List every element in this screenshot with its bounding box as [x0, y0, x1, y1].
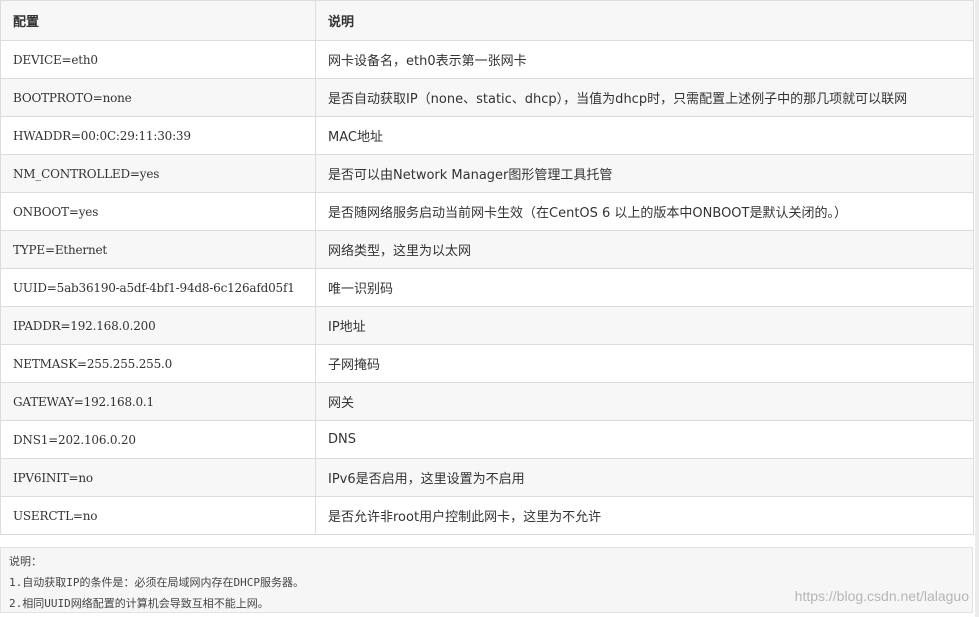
- scrollbar-track[interactable]: [975, 0, 979, 617]
- table-row: DEVICE=eth0 网卡设备名，eth0表示第一张网卡: [0, 40, 974, 79]
- config-key-cell: TYPE=Ethernet: [0, 230, 316, 269]
- table-row: GATEWAY=192.168.0.1 网关: [0, 382, 974, 421]
- config-description-cell: DNS: [315, 420, 974, 459]
- config-description-cell: IP地址: [315, 306, 974, 345]
- config-key-cell: UUID=5ab36190-a5df-4bf1-94d8-6c126afd05f…: [0, 268, 316, 307]
- config-key-cell: NM_CONTROLLED=yes: [0, 154, 316, 193]
- table-row: IPV6INIT=no IPv6是否启用，这里设置为不启用: [0, 458, 974, 497]
- header-config: 配置: [0, 0, 316, 41]
- table-row: HWADDR=00:0C:29:11:30:39 MAC地址: [0, 116, 974, 155]
- config-key-cell: DEVICE=eth0: [0, 40, 316, 79]
- table-row: ONBOOT=yes 是否随网络服务启动当前网卡生效（在CentOS 6 以上的版…: [0, 192, 974, 231]
- config-key-cell: ONBOOT=yes: [0, 192, 316, 231]
- header-description: 说明: [315, 0, 974, 41]
- config-description-cell: IPv6是否启用，这里设置为不启用: [315, 458, 974, 497]
- config-key-cell: BOOTPROTO=none: [0, 78, 316, 117]
- config-key-cell: HWADDR=00:0C:29:11:30:39: [0, 116, 316, 155]
- table-row: NM_CONTROLLED=yes 是否可以由Network Manager图形管…: [0, 154, 974, 193]
- watermark: https://blog.csdn.net/lalaguo: [794, 588, 969, 604]
- table-row: NETMASK=255.255.255.0 子网掩码: [0, 344, 974, 383]
- table-row: IPADDR=192.168.0.200 IP地址: [0, 306, 974, 345]
- config-description-cell: 是否随网络服务启动当前网卡生效（在CentOS 6 以上的版本中ONBOOT是默…: [315, 192, 974, 231]
- config-key-cell: GATEWAY=192.168.0.1: [0, 382, 316, 421]
- config-description-cell: MAC地址: [315, 116, 974, 155]
- table-row: USERCTL=no 是否允许非root用户控制此网卡，这里为不允许: [0, 496, 974, 535]
- config-key-cell: NETMASK=255.255.255.0: [0, 344, 316, 383]
- table-row: TYPE=Ethernet 网络类型，这里为以太网: [0, 230, 974, 269]
- config-description-cell: 子网掩码: [315, 344, 974, 383]
- table-row: BOOTPROTO=none 是否自动获取IP（none、static、dhcp）…: [0, 78, 974, 117]
- table-header-row: 配置 说明: [0, 0, 974, 41]
- config-description-cell: 是否自动获取IP（none、static、dhcp），当值为dhcp时，只需配置…: [315, 78, 974, 117]
- config-description-cell: 网卡设备名，eth0表示第一张网卡: [315, 40, 974, 79]
- config-key-cell: USERCTL=no: [0, 496, 316, 535]
- config-description-cell: 网络类型，这里为以太网: [315, 230, 974, 269]
- config-key-cell: IPV6INIT=no: [0, 458, 316, 497]
- config-description-cell: 唯一识别码: [315, 268, 974, 307]
- config-key-cell: IPADDR=192.168.0.200: [0, 306, 316, 345]
- table-row: UUID=5ab36190-a5df-4bf1-94d8-6c126afd05f…: [0, 268, 974, 307]
- table-row: DNS1=202.106.0.20 DNS: [0, 420, 974, 459]
- config-key-cell: DNS1=202.106.0.20: [0, 420, 316, 459]
- notes-title: 说明：: [9, 555, 42, 568]
- config-description-cell: 是否可以由Network Manager图形管理工具托管: [315, 154, 974, 193]
- config-table: 配置 说明 DEVICE=eth0 网卡设备名，eth0表示第一张网卡 BOOTPR…: [0, 0, 974, 535]
- config-description-cell: 网关: [315, 382, 974, 421]
- config-description-cell: 是否允许非root用户控制此网卡，这里为不允许: [315, 496, 974, 535]
